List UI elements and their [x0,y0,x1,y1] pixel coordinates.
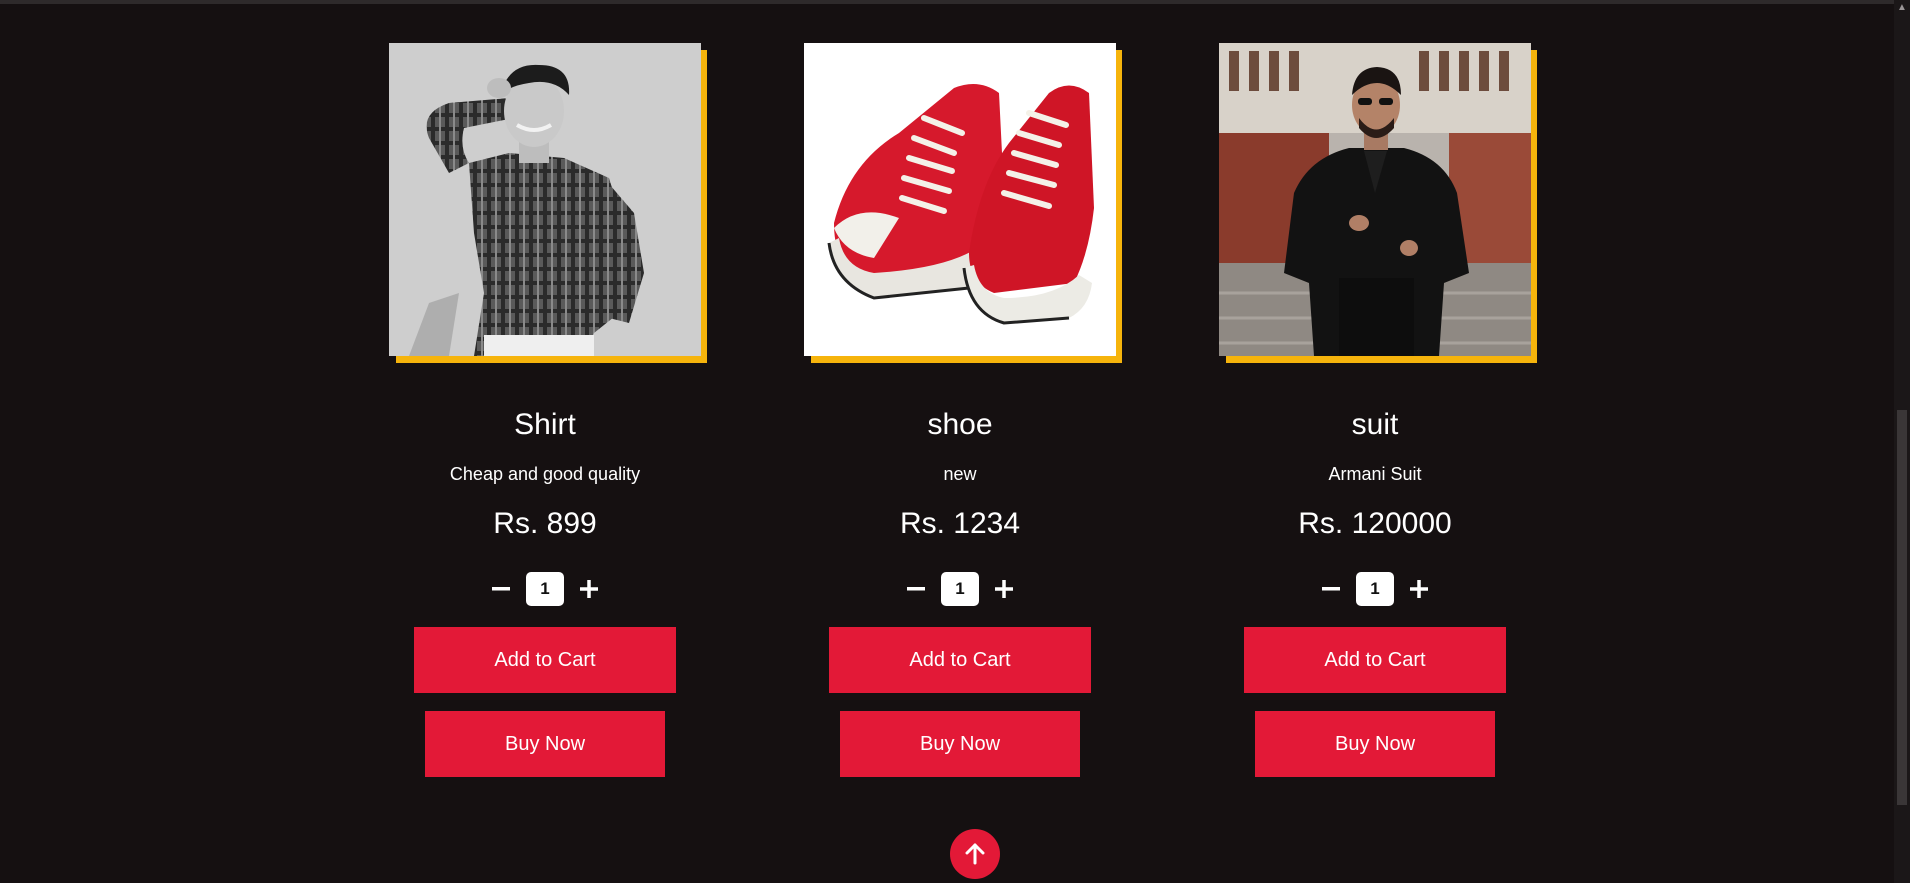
minus-icon[interactable] [1320,574,1342,604]
product-name: suit [1351,408,1399,441]
product-description: new [943,464,977,484]
product-image [389,43,701,356]
product-price: Rs. 120000 [1298,507,1452,540]
add-to-cart-button[interactable]: Add to Cart [829,627,1091,693]
plus-icon[interactable] [1408,574,1430,604]
buy-now-button[interactable]: Buy Now [1255,711,1495,777]
quantity-stepper [804,569,1116,609]
product-grid: Shirt Cheap and good quality Rs. 899 Add… [0,0,1894,883]
product-image-frame [1219,43,1537,363]
product-name: Shirt [514,408,576,441]
quantity-stepper [389,569,701,609]
quantity-input[interactable] [1356,572,1394,606]
plus-icon[interactable] [578,574,600,604]
product-price: Rs. 1234 [899,507,1021,540]
plus-icon[interactable] [993,574,1015,604]
product-image [1219,43,1531,356]
add-to-cart-button[interactable]: Add to Cart [1244,627,1506,693]
product-image-frame [389,43,707,363]
scroll-up-arrow-icon[interactable]: ▲ [1896,2,1908,14]
arrow-up-icon [965,843,985,865]
product-card: suit Armani Suit Rs. 120000 Add to Cart … [1219,43,1537,783]
buy-now-button[interactable]: Buy Now [425,711,665,777]
product-price: Rs. 899 [493,507,597,540]
quantity-stepper [1219,569,1531,609]
scrollbar-thumb[interactable] [1897,410,1907,805]
minus-icon[interactable] [490,574,512,604]
product-card: Shirt Cheap and good quality Rs. 899 Add… [389,43,707,783]
product-name: shoe [927,408,993,441]
product-image-frame [804,43,1122,363]
vertical-scrollbar[interactable]: ▲ [1894,0,1910,883]
buy-now-button[interactable]: Buy Now [840,711,1080,777]
product-description: Armani Suit [1328,464,1422,484]
product-image [804,43,1116,356]
quantity-input[interactable] [526,572,564,606]
product-card: shoe new Rs. 1234 Add to Cart Buy Now [804,43,1122,783]
add-to-cart-button[interactable]: Add to Cart [414,627,676,693]
minus-icon[interactable] [905,574,927,604]
back-to-top-button[interactable] [950,829,1000,879]
product-description: Cheap and good quality [449,464,641,484]
quantity-input[interactable] [941,572,979,606]
